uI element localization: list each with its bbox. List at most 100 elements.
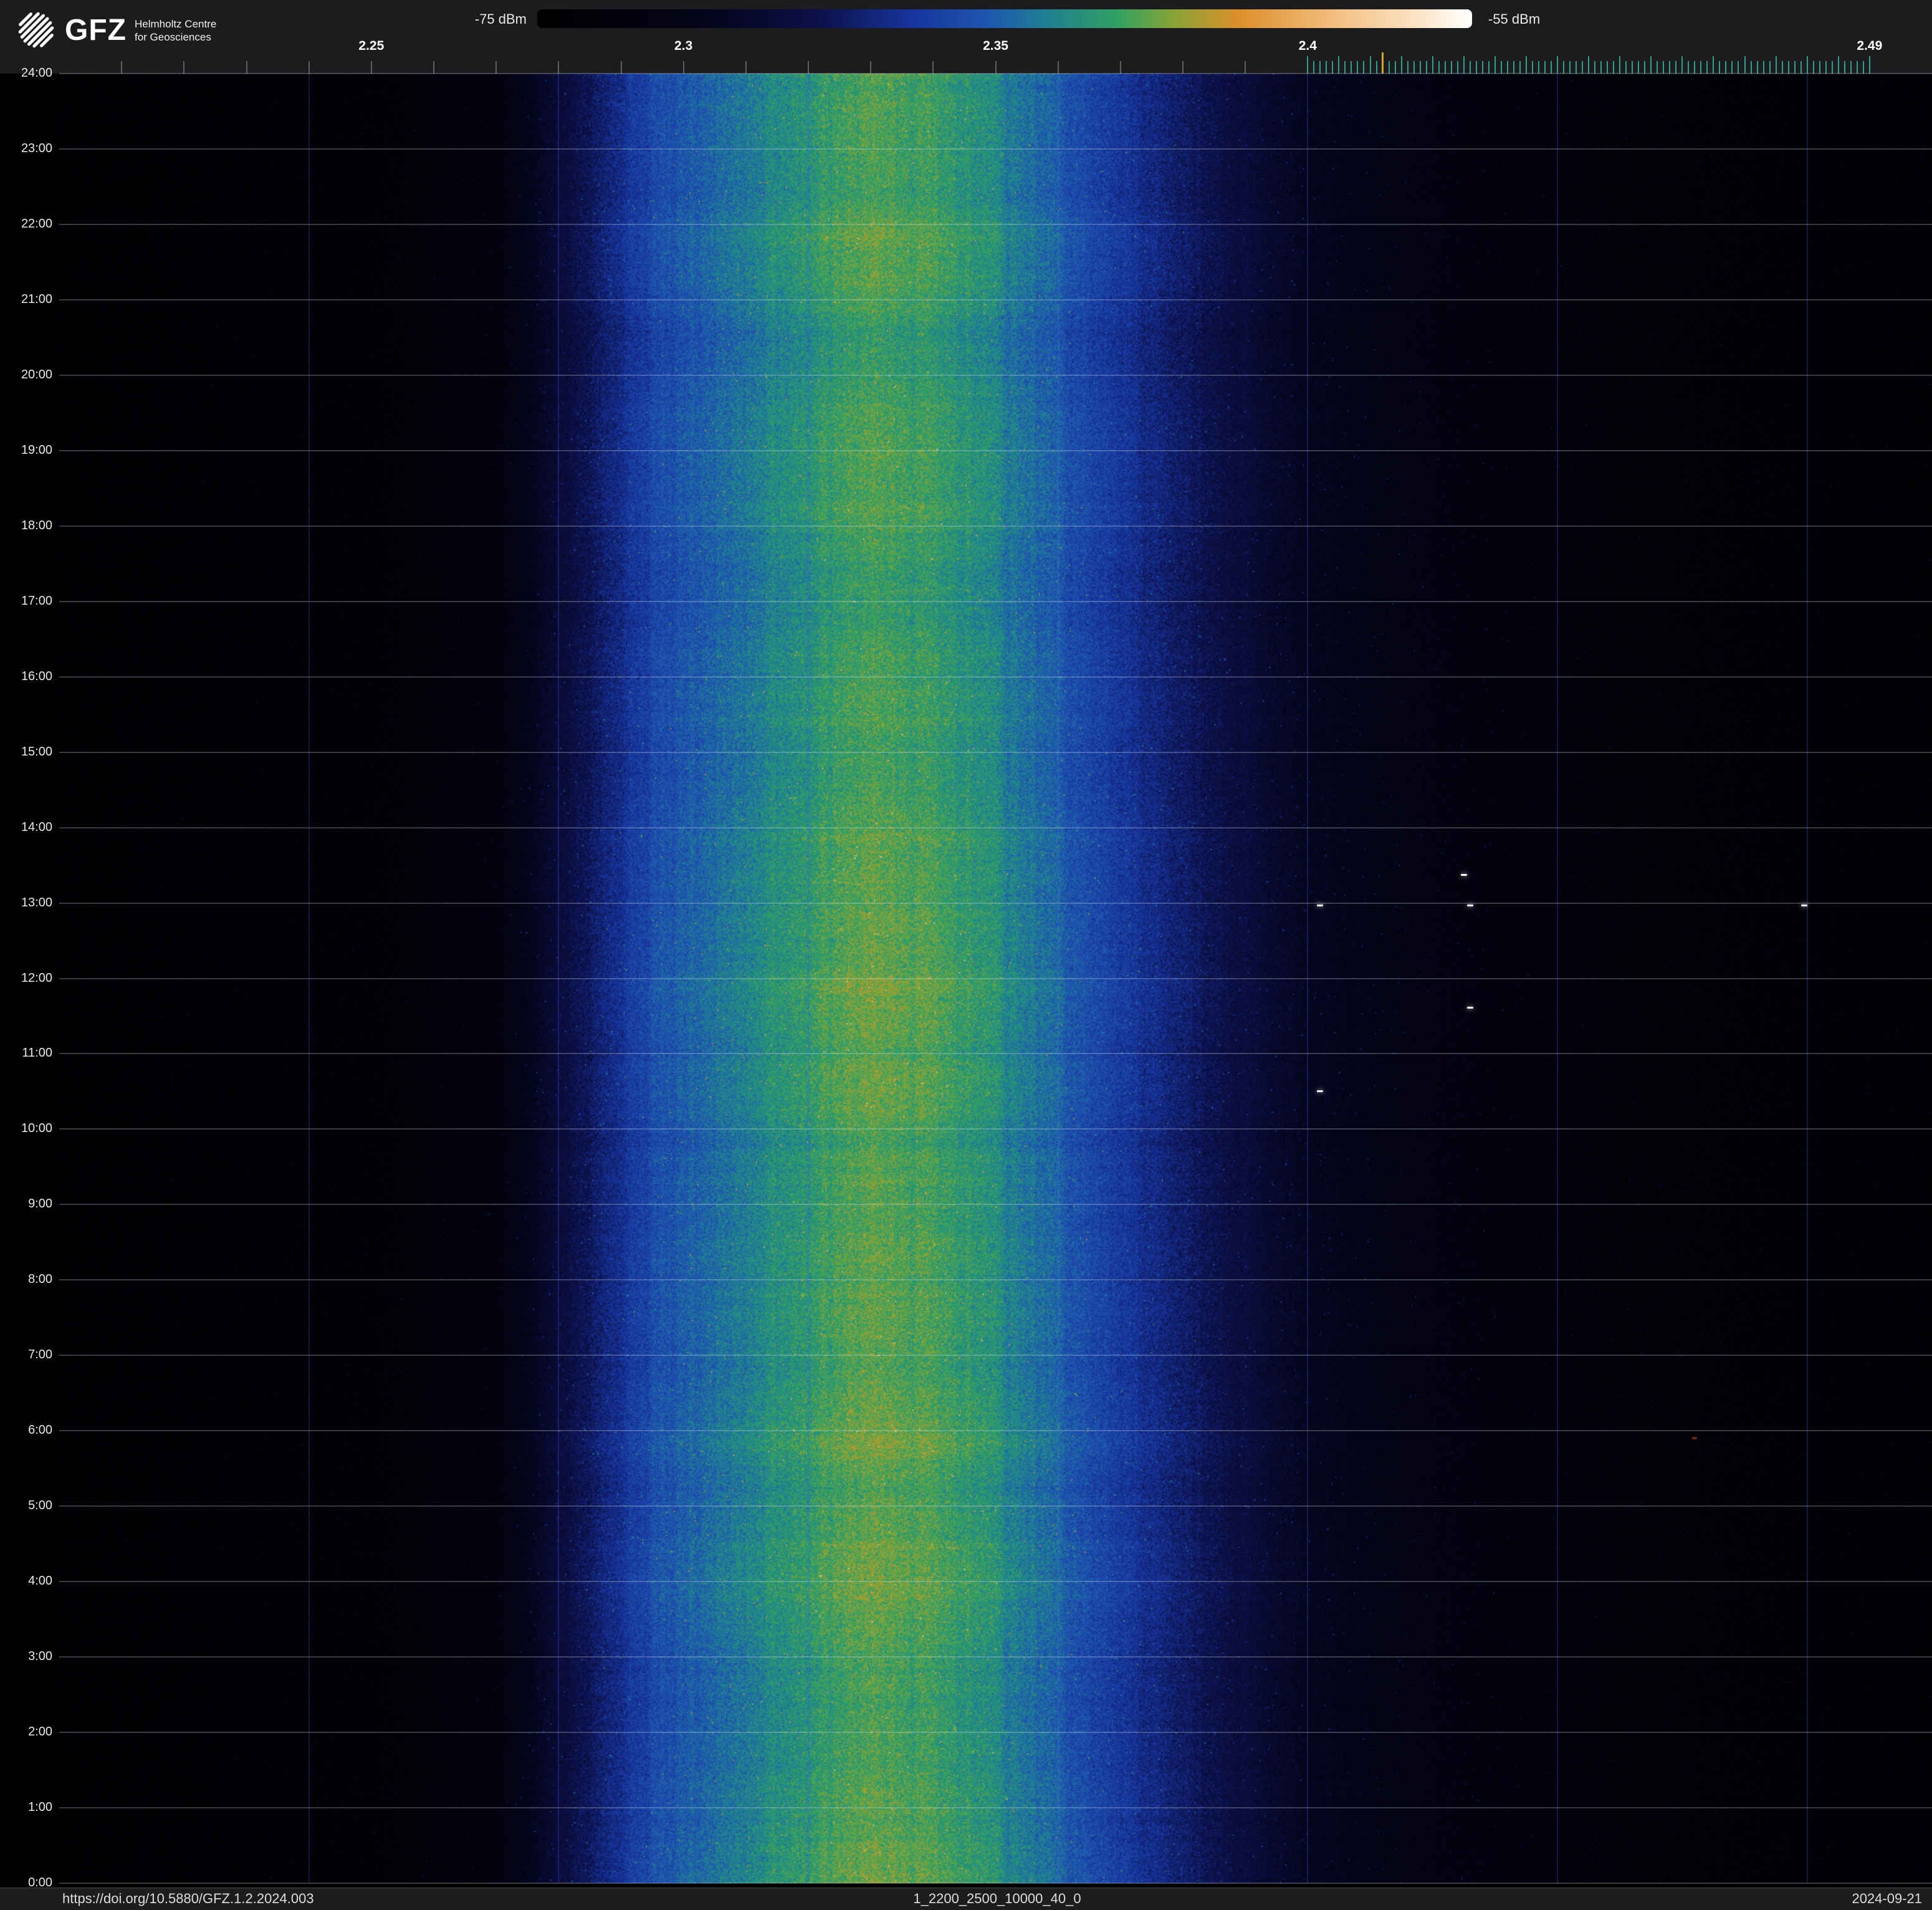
channel-tick (1625, 61, 1627, 74)
channel-tick (1688, 61, 1690, 74)
channel-tick (1694, 61, 1696, 74)
channel-tick (1769, 61, 1771, 74)
minor-tick (121, 61, 123, 74)
time-axis-label: 2:00 (28, 1725, 52, 1739)
channel-tick (1519, 61, 1521, 74)
minor-tick (682, 61, 684, 74)
channel-tick (1388, 61, 1390, 74)
channel-tick (1582, 61, 1584, 74)
channel-tick (1706, 61, 1708, 74)
channel-tick (1738, 61, 1739, 74)
channel-tick (1357, 61, 1359, 74)
time-axis-label: 23:00 (21, 141, 52, 155)
time-axis-label: 20:00 (21, 367, 52, 382)
minor-tick (183, 61, 185, 74)
minor-tick (870, 61, 872, 74)
channel-tick (1844, 61, 1845, 74)
channel-tick (1719, 61, 1721, 74)
channel-tick (1850, 61, 1852, 74)
channel-tick (1394, 61, 1396, 74)
channel-tick (1432, 56, 1433, 74)
channel-tick (1481, 61, 1483, 74)
channel-tick (1775, 56, 1777, 74)
freq-axis-label: 2.49 (1857, 39, 1883, 53)
signal-spark (1317, 1090, 1324, 1092)
minor-tick (558, 61, 560, 74)
channel-tick (1500, 61, 1502, 74)
channel-tick (1856, 61, 1858, 74)
channel-tick (1750, 61, 1752, 74)
channel-tick (1831, 61, 1833, 74)
channel-tick (1713, 56, 1714, 74)
channel-tick (1344, 61, 1346, 74)
time-axis-label: 13:00 (21, 895, 52, 909)
hour-gridline (59, 73, 1932, 74)
hour-gridline (59, 1883, 1932, 1884)
channel-tick (1419, 61, 1421, 74)
minor-tick (308, 61, 310, 74)
time-axis-label: 9:00 (28, 1197, 52, 1211)
time-axis-label: 22:00 (21, 216, 52, 231)
hour-gridline (59, 1128, 1932, 1130)
channel-tick (1351, 61, 1352, 74)
time-axis-label: 21:00 (21, 292, 52, 306)
channel-tick (1400, 56, 1402, 74)
channel-tick (1494, 56, 1496, 74)
minor-tick (745, 61, 747, 74)
channel-tick (1700, 61, 1702, 74)
channel-tick (1613, 61, 1615, 74)
time-axis-label: 19:00 (21, 443, 52, 457)
channel-tick (1313, 61, 1315, 74)
freq-axis-label: 2.25 (358, 39, 385, 53)
hour-gridline (59, 676, 1932, 678)
time-axis-label: 4:00 (28, 1574, 52, 1588)
time-axis-label: 17:00 (21, 593, 52, 608)
channel-tick (1607, 61, 1609, 74)
channel-tick (1681, 56, 1683, 74)
channel-tick (1513, 61, 1514, 74)
time-axis-label: 24:00 (21, 66, 52, 80)
channel-tick (1363, 61, 1365, 74)
channel-tick (1868, 56, 1870, 74)
hour-gridline (59, 374, 1932, 376)
freq-axis-label: 2.3 (674, 39, 693, 53)
channel-tick (1425, 61, 1427, 74)
channel-tick (1825, 61, 1827, 74)
channel-tick (1557, 56, 1558, 74)
minor-tick (1057, 61, 1059, 74)
footer: https://doi.org/10.5880/GFZ.1.2.2024.003… (0, 1888, 1932, 1910)
minor-tick (1182, 61, 1184, 74)
spectrogram-plot: 24:00 23:00 22:00 21:00 20:00 19:00 18:00 17:00… (0, 66, 1932, 1889)
minor-tick (932, 61, 934, 74)
signal-spark (1466, 905, 1473, 907)
hour-gridline (59, 525, 1932, 527)
hour-gridline (59, 827, 1932, 828)
hour-gridline (59, 1656, 1932, 1658)
channel-tick (1537, 61, 1539, 74)
channel-tick (1456, 61, 1458, 74)
channel-tick (1588, 56, 1590, 74)
hour-gridline (59, 449, 1932, 451)
channel-tick (1463, 56, 1465, 74)
hour-gridline (59, 223, 1932, 225)
channel-tick (1307, 56, 1309, 74)
channel-tick (1525, 56, 1527, 74)
channel-tick (1375, 61, 1377, 74)
time-axis-label: 3:00 (28, 1649, 52, 1664)
time-axis-label: 5:00 (28, 1499, 52, 1513)
freq-axis-label: 2.4 (1298, 39, 1317, 53)
channel-tick (1332, 61, 1334, 74)
minor-tick (433, 61, 434, 74)
time-axis-label: 10:00 (21, 1121, 52, 1136)
channel-tick (1531, 61, 1533, 74)
channel-tick (1812, 61, 1814, 74)
frequency-tick-row (0, 52, 1932, 74)
channel-tick (1837, 56, 1839, 74)
time-axis-label: 8:00 (28, 1272, 52, 1287)
time-axis-label: 11:00 (22, 1046, 52, 1060)
channel-tick (1663, 61, 1665, 74)
signal-spark (1460, 873, 1467, 876)
minor-tick (495, 61, 497, 74)
hour-gridline (59, 1430, 1932, 1432)
hour-gridline (59, 600, 1932, 602)
